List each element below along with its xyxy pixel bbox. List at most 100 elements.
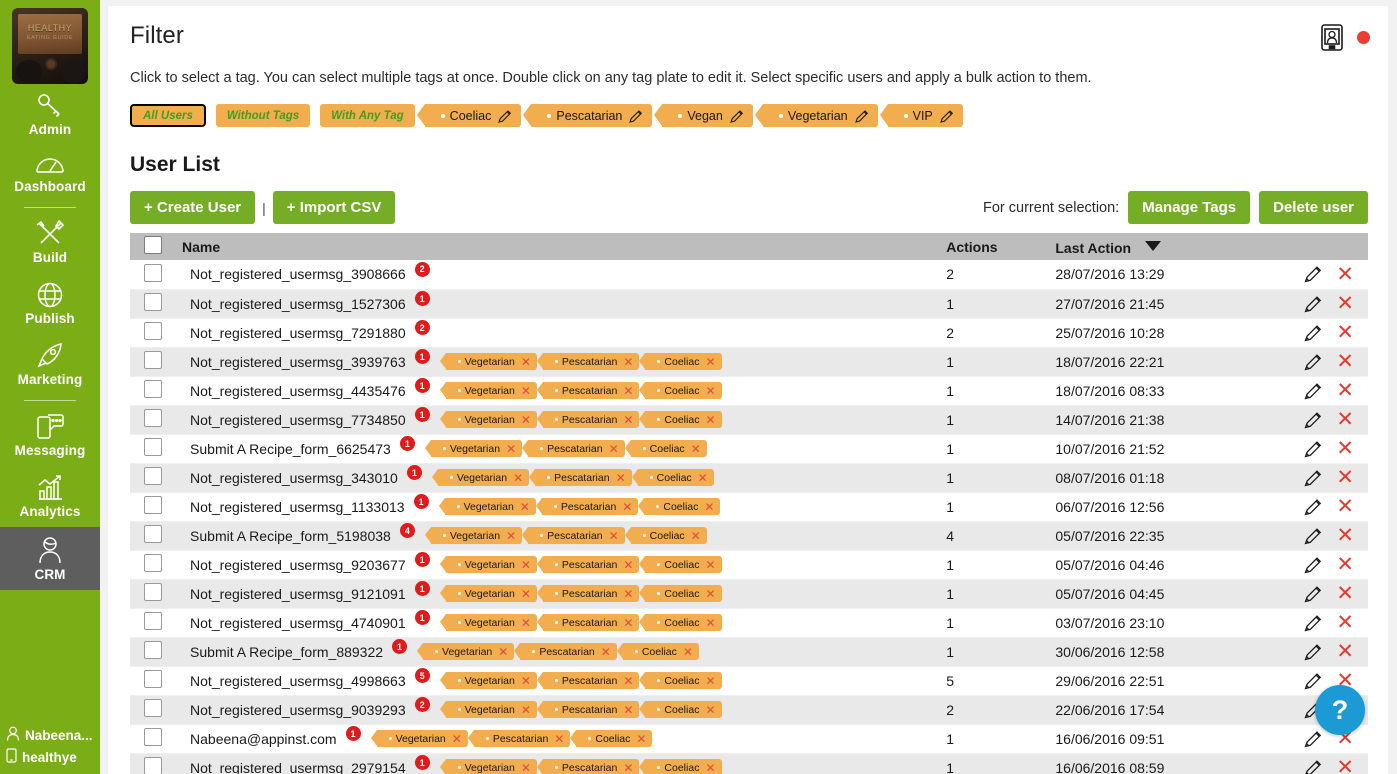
remove-tag-icon[interactable]: ✕ [609,443,619,455]
row-tag[interactable]: Vegetarian ✕ [424,527,523,544]
row-checkbox[interactable] [144,670,162,688]
remove-tag-icon[interactable]: ✕ [521,675,531,687]
table-row[interactable]: Not_registered_usermsg_4998663 5 Vegetaria… [130,666,1368,696]
row-tag[interactable]: Coeliac ✕ [639,411,722,428]
row-tag[interactable]: Coeliac ✕ [616,643,699,660]
edit-row-pencil-icon[interactable] [1304,672,1322,690]
delete-row-close-icon[interactable]: ✕ [1336,438,1354,459]
sidebar-app[interactable]: healthye [0,748,100,766]
row-tag[interactable]: Pescatarian ✕ [536,411,640,428]
row-tag[interactable]: Vegetarian ✕ [439,353,537,370]
filter-mode-without-tags[interactable]: Without Tags [215,104,311,127]
sidebar-item-dashboard[interactable]: Dashboard [0,145,100,202]
row-tag[interactable]: Vegetarian ✕ [439,556,537,573]
delete-row-close-icon[interactable]: ✕ [1336,612,1354,633]
row-tag[interactable]: Coeliac ✕ [639,382,722,399]
table-row[interactable]: Nabeena@appinst.com 1 Vegetarian ✕ Pescatari… [130,724,1368,754]
remove-tag-icon[interactable]: ✕ [705,704,715,716]
row-tag[interactable]: Vegetarian ✕ [439,585,537,602]
sidebar-item-messaging[interactable]: Messaging [0,404,100,466]
app-logo[interactable]: HEALTHY EATING GUIDE [12,8,88,84]
row-checkbox[interactable] [144,728,162,746]
sidebar-item-marketing[interactable]: Marketing [0,334,100,395]
edit-row-pencil-icon[interactable] [1304,265,1322,283]
row-checkbox[interactable] [144,293,162,311]
help-button[interactable]: ? [1315,685,1365,735]
row-tag[interactable]: Coeliac ✕ [631,469,714,486]
edit-row-pencil-icon[interactable] [1304,614,1322,632]
import-csv-button[interactable]: + Import CSV [272,191,396,224]
row-tag[interactable]: Coeliac ✕ [639,701,722,718]
row-tag[interactable]: Coeliac ✕ [624,440,707,457]
delete-row-close-icon[interactable]: ✕ [1336,322,1354,343]
delete-row-close-icon[interactable]: ✕ [1336,351,1354,372]
row-tag[interactable]: Pescatarian ✕ [536,382,640,399]
row-checkbox[interactable] [144,554,162,572]
row-tag[interactable]: Coeliac ✕ [570,730,653,747]
row-tag[interactable]: Vegetarian ✕ [439,759,537,774]
row-tag[interactable]: Pescatarian ✕ [536,556,640,573]
row-tag[interactable]: Pescatarian ✕ [522,440,625,457]
delete-row-close-icon[interactable]: ✕ [1336,293,1354,314]
manage-tags-button[interactable]: Manage Tags [1128,191,1251,224]
remove-tag-icon[interactable]: ✕ [513,472,523,484]
caret-down-icon[interactable] [1144,238,1161,254]
remove-tag-icon[interactable]: ✕ [623,762,633,774]
remove-tag-icon[interactable]: ✕ [704,501,714,513]
delete-row-close-icon[interactable]: ✕ [1336,757,1354,774]
table-row[interactable]: Not_registered_usermsg_7734850 1 Vegetaria… [130,405,1368,435]
row-tag[interactable]: Coeliac ✕ [639,672,722,689]
table-row[interactable]: Submit A Recipe_form_6625473 1 Vegetarian ✕… [130,434,1368,464]
delete-row-close-icon[interactable]: ✕ [1336,467,1354,488]
remove-tag-icon[interactable]: ✕ [616,472,626,484]
sidebar-item-analytics[interactable]: Analytics [0,466,100,527]
table-row[interactable]: Submit A Recipe_form_5198038 4 Vegetarian ✕… [130,521,1368,551]
row-tag[interactable]: Vegetarian ✕ [439,701,537,718]
table-row[interactable]: Not_registered_usermsg_4435476 1 Vegetaria… [130,376,1368,406]
column-header-last-action[interactable]: Last Action [1051,233,1270,260]
remove-tag-icon[interactable]: ✕ [698,472,708,484]
remove-tag-icon[interactable]: ✕ [521,617,531,629]
edit-row-pencil-icon[interactable] [1304,411,1322,429]
row-tag[interactable]: Pescatarian ✕ [535,498,639,515]
row-tag[interactable]: Pescatarian ✕ [522,527,625,544]
delete-row-close-icon[interactable]: ✕ [1336,496,1354,517]
row-checkbox[interactable] [144,380,162,398]
row-tag[interactable]: Vegetarian ✕ [438,498,536,515]
sidebar-account[interactable]: Nabeena... [0,726,100,744]
table-row[interactable]: Not_registered_usermsg_343010 1 Vegetarian… [130,463,1368,493]
remove-tag-icon[interactable]: ✕ [623,414,633,426]
remove-tag-icon[interactable]: ✕ [705,414,715,426]
filter-tag-pescatarian[interactable]: Pescatarian [523,104,653,127]
remove-tag-icon[interactable]: ✕ [705,356,715,368]
edit-row-pencil-icon[interactable] [1304,730,1322,748]
row-tag[interactable]: Coeliac ✕ [639,585,722,602]
remove-tag-icon[interactable]: ✕ [623,356,633,368]
row-tag[interactable]: Pescatarian ✕ [529,469,632,486]
remove-tag-icon[interactable]: ✕ [601,646,611,658]
row-checkbox[interactable] [144,641,162,659]
remove-tag-icon[interactable]: ✕ [521,414,531,426]
row-tag[interactable]: Pescatarian ✕ [536,353,640,370]
remove-tag-icon[interactable]: ✕ [521,559,531,571]
edit-row-pencil-icon[interactable] [1304,759,1322,774]
row-tag[interactable]: Pescatarian ✕ [536,672,640,689]
remove-tag-icon[interactable]: ✕ [623,559,633,571]
delete-row-close-icon[interactable]: ✕ [1336,583,1354,604]
sidebar-item-build[interactable]: Build [0,211,100,273]
row-checkbox[interactable] [144,438,162,456]
row-checkbox[interactable] [144,322,162,340]
row-checkbox[interactable] [144,263,162,282]
sidebar-item-crm[interactable]: CRM [0,527,100,590]
remove-tag-icon[interactable]: ✕ [705,762,715,774]
remove-tag-icon[interactable]: ✕ [506,530,516,542]
row-tag[interactable]: Vegetarian ✕ [439,614,537,631]
row-tag[interactable]: Coeliac ✕ [624,527,707,544]
row-tag[interactable]: Coeliac ✕ [639,614,722,631]
edit-row-pencil-icon[interactable] [1304,353,1322,371]
pencil-icon[interactable] [854,109,869,123]
select-all-checkbox[interactable] [144,236,162,254]
edit-row-pencil-icon[interactable] [1304,527,1322,545]
table-row[interactable]: Not_registered_usermsg_7291880 2 2 25/07/20… [130,318,1368,348]
row-tag[interactable]: Pescatarian ✕ [536,701,640,718]
